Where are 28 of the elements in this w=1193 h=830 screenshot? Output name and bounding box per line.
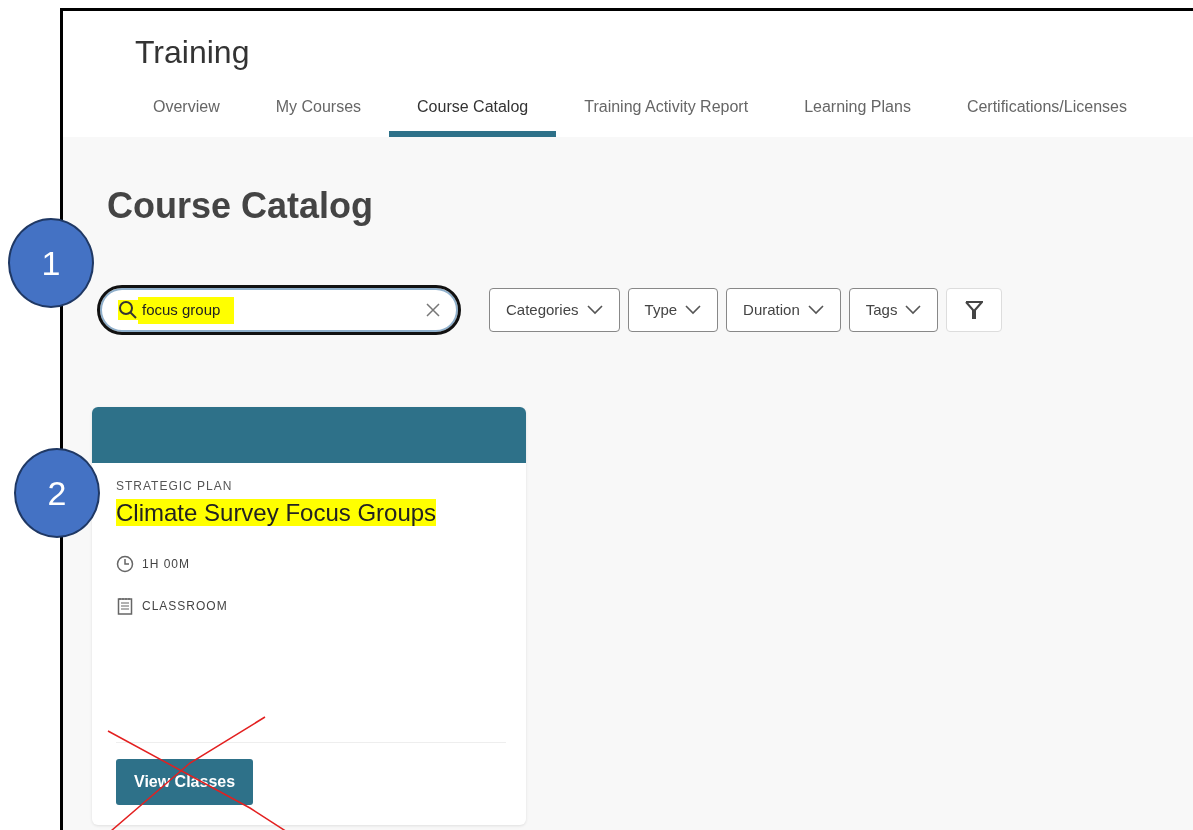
chevron-icon — [905, 305, 922, 316]
filter-dropdown[interactable]: Duration — [726, 288, 841, 333]
filter-dropdown[interactable]: Type — [627, 288, 719, 333]
course-detail: CLASSROOM — [142, 598, 228, 616]
nav-tab[interactable]: Certifications/Licenses — [938, 95, 1155, 138]
search-field[interactable]: focus group — [97, 285, 461, 336]
course-detail: 1H 00M — [142, 556, 191, 574]
clock-icon — [116, 555, 134, 574]
nav-tab[interactable]: Learning Plans — [776, 95, 939, 138]
app-title: Training — [135, 33, 251, 72]
course-category: STRATEGIC PLAN — [116, 478, 234, 496]
chevron-icon — [586, 305, 603, 316]
filter-dropdown[interactable]: Categories — [489, 288, 620, 333]
step-marker: 2 — [14, 448, 100, 538]
step-marker: 1 — [8, 218, 94, 308]
filter-button[interactable] — [946, 288, 1003, 333]
nav-tab[interactable]: My Courses — [247, 95, 390, 138]
search-input[interactable]: focus group — [138, 297, 234, 324]
filter-dropdown[interactable]: Tags — [848, 288, 939, 333]
filter-icon — [965, 300, 984, 321]
course-title[interactable]: Climate Survey Focus Groups — [116, 499, 437, 527]
nav-tab[interactable]: Overview — [125, 95, 248, 138]
chevron-icon — [807, 305, 824, 316]
nav-tab[interactable]: Training Activity Report — [556, 95, 777, 138]
notepad-icon — [116, 597, 134, 616]
clear-icon[interactable] — [426, 303, 440, 318]
page-title: Course Catalog — [107, 184, 375, 229]
chevron-icon — [685, 305, 702, 316]
